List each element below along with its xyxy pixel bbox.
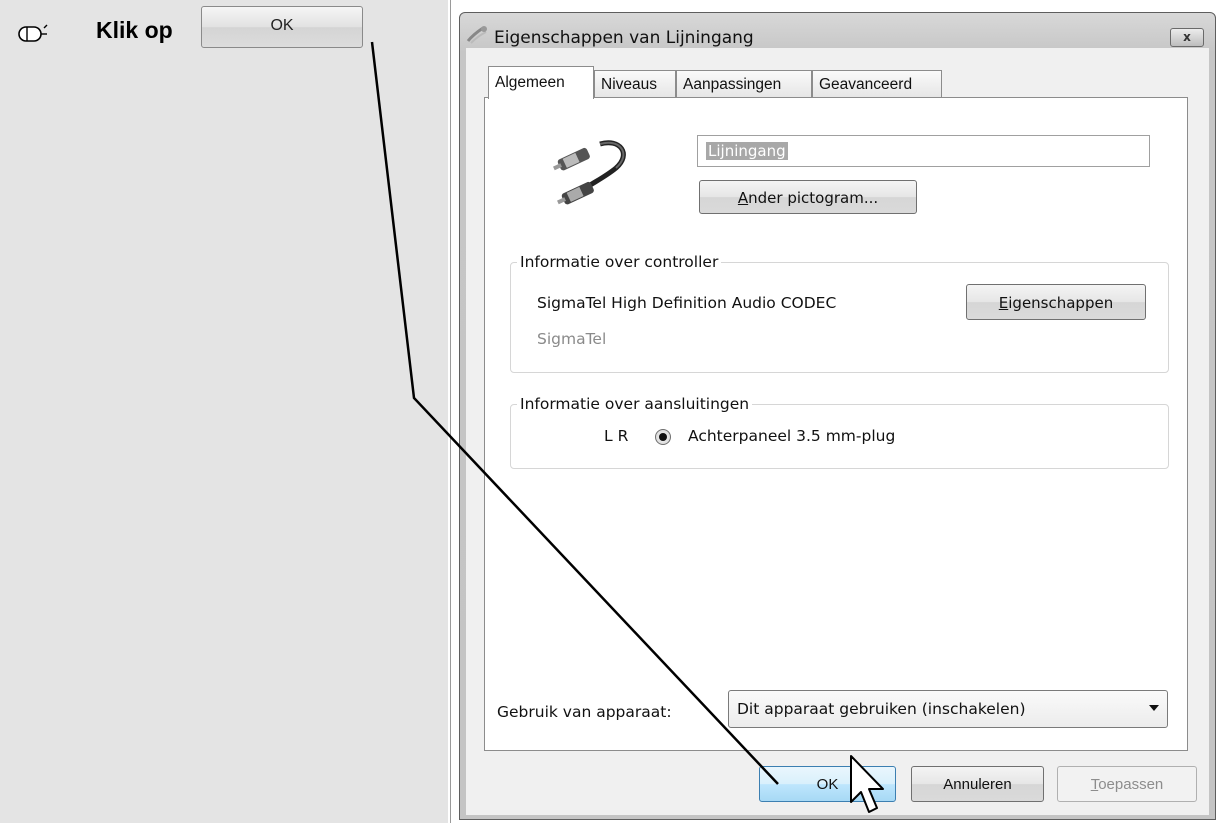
change-icon-label: nder pictogram... [748,189,879,207]
controller-group-title: Informatie over controller [517,253,722,271]
device-name-input[interactable]: Lijningang [697,135,1150,167]
jack-color-indicator [655,429,671,445]
device-usage-label: Gebruik van apparaat: [497,703,672,721]
tab-algemeen[interactable]: Algemeen [488,66,594,99]
mouse-cursor-icon [850,755,884,813]
controller-properties-button[interactable]: Eigenschappen [966,284,1146,320]
instruction-panel [0,0,448,823]
change-icon-button[interactable]: Ander pictogram... [699,180,917,214]
controller-vendor: SigmaTel [537,330,607,348]
jack-channels: L R [604,427,629,445]
jack-group-title: Informatie over aansluitingen [517,395,753,413]
change-icon-accel: A [737,189,749,207]
dialog-title: Eigenschappen van Lijningang [494,28,754,48]
tab-aanpassingen[interactable]: Aanpassingen [676,70,812,97]
device-name-value: Lijningang [706,142,788,160]
properties-label: igenschappen [1008,294,1114,312]
jack-label: Achterpaneel 3.5 mm-plug [688,427,896,445]
instruction-text: Klik op [96,17,173,43]
device-usage-selected: Dit apparaat gebruiken (inschakelen) [737,700,1026,718]
device-usage-select[interactable]: Dit apparaat gebruiken (inschakelen) [728,690,1168,728]
apply-button[interactable]: Toepassen [1057,766,1197,802]
close-button[interactable]: x [1170,28,1204,47]
speaker-title-icon [466,26,487,44]
tab-geavanceerd[interactable]: Geavanceerd [812,70,942,97]
tab-niveaus[interactable]: Niveaus [594,70,676,97]
properties-accel: E [998,294,1009,312]
panel-divider [450,0,451,823]
controller-name: SigmaTel High Definition Audio CODEC [537,294,837,312]
mouse-icon [18,24,48,42]
cancel-button[interactable]: Annuleren [911,766,1044,802]
audio-cable-icon [553,140,626,205]
chevron-down-icon [1149,705,1159,711]
apply-label: oepassen [1098,776,1164,793]
instruction-ok-button-image: OK [201,6,363,48]
